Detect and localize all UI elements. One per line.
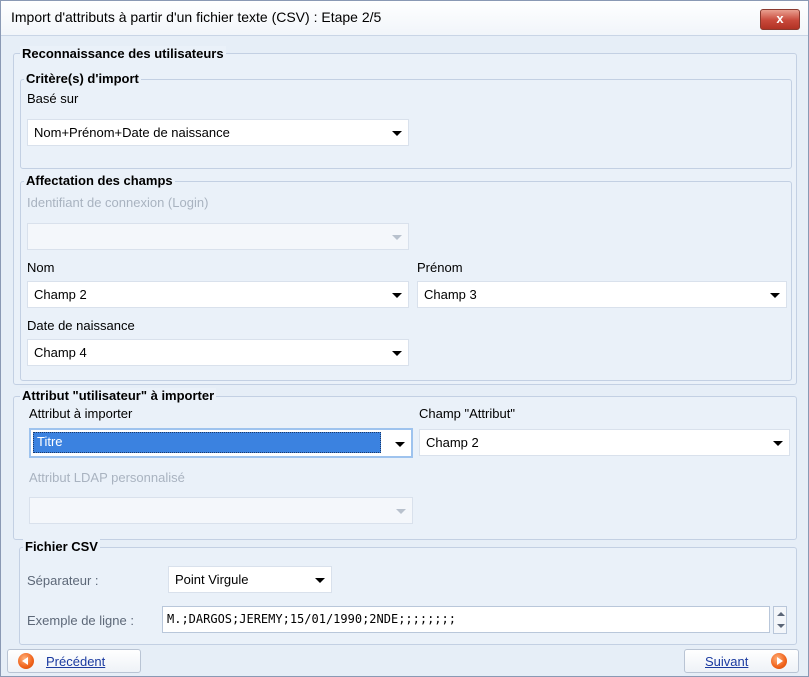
prenom-label: Prénom <box>417 260 463 275</box>
ldap-label: Attribut LDAP personnalisé <box>29 470 185 485</box>
login-dropdown[interactable] <box>27 223 409 250</box>
chevron-down-icon <box>392 131 402 136</box>
exemple-ligne-field[interactable]: M.;DARGOS;JEREMY;15/01/1990;2NDE;;;;;;;; <box>162 606 770 633</box>
chevron-down-icon <box>770 293 780 298</box>
nom-dropdown[interactable]: Champ 2 <box>27 281 409 308</box>
arrow-left-circle-icon <box>18 653 34 669</box>
reconnaissance-group: Reconnaissance des utilisateurs Critère(… <box>13 46 797 385</box>
prenom-value: Champ 3 <box>424 287 477 302</box>
chevron-down-icon <box>395 442 405 447</box>
exemple-label: Exemple de ligne : <box>27 613 134 628</box>
chevron-down-icon <box>392 351 402 356</box>
csv-legend: Fichier CSV <box>23 539 100 555</box>
next-button[interactable]: Suivant <box>684 649 799 673</box>
chevron-down-icon <box>392 293 402 298</box>
affectation-legend: Affectation des champs <box>24 173 175 189</box>
exemple-ligne-spinner[interactable] <box>773 606 787 634</box>
reconnaissance-legend: Reconnaissance des utilisateurs <box>20 46 226 62</box>
separateur-dropdown[interactable]: Point Virgule <box>168 566 332 593</box>
base-sur-label: Basé sur <box>27 91 79 106</box>
login-label: Identifiant de connexion (Login) <box>27 195 209 210</box>
attribut-group: Attribut "utilisateur" à importer Attrib… <box>13 388 797 540</box>
attribut-legend: Attribut "utilisateur" à importer <box>20 388 217 404</box>
window-title: Import d'attributs à partir d'un fichier… <box>11 9 382 25</box>
affectation-group: Affectation des champs Identifiant de co… <box>20 173 792 381</box>
wizard-content: Reconnaissance des utilisateurs Critère(… <box>13 46 797 647</box>
previous-button[interactable]: Précédent <box>7 649 141 673</box>
chevron-down-icon <box>315 578 325 583</box>
separateur-value: Point Virgule <box>175 572 249 587</box>
csv-group: Fichier CSV Séparateur : Point Virgule E… <box>19 539 797 645</box>
arrow-right-circle-icon <box>771 653 787 669</box>
ldap-dropdown[interactable] <box>29 497 413 524</box>
chevron-down-icon <box>773 441 783 446</box>
champ-attribut-label: Champ "Attribut" <box>419 406 515 421</box>
nom-value: Champ 2 <box>34 287 87 302</box>
attribut-value: Titre <box>37 434 63 449</box>
arrow-down-icon[interactable] <box>777 624 785 628</box>
separateur-label: Séparateur : <box>27 573 99 588</box>
attribut-dropdown[interactable]: Titre <box>29 428 413 458</box>
selection-highlight <box>33 432 381 453</box>
chevron-down-icon <box>396 509 406 514</box>
attribut-label: Attribut à importer <box>29 406 133 421</box>
champ-attribut-value: Champ 2 <box>426 435 479 450</box>
base-sur-dropdown[interactable]: Nom+Prénom+Date de naissance <box>27 119 409 146</box>
close-icon: x <box>776 11 784 26</box>
prenom-dropdown[interactable]: Champ 3 <box>417 281 787 308</box>
criteres-group: Critère(s) d'import Basé sur Nom+Prénom+… <box>20 71 792 169</box>
title-bar: Import d'attributs à partir d'un fichier… <box>1 1 808 36</box>
import-wizard-window: Import d'attributs à partir d'un fichier… <box>0 0 809 677</box>
previous-label: Précédent <box>46 654 106 669</box>
champ-attribut-dropdown[interactable]: Champ 2 <box>419 429 790 456</box>
naissance-label: Date de naissance <box>27 318 135 333</box>
chevron-down-icon <box>392 235 402 240</box>
criteres-legend: Critère(s) d'import <box>24 71 141 87</box>
base-sur-value: Nom+Prénom+Date de naissance <box>34 125 230 140</box>
naissance-dropdown[interactable]: Champ 4 <box>27 339 409 366</box>
next-label: Suivant <box>705 654 749 669</box>
close-button[interactable]: x <box>760 9 800 30</box>
naissance-value: Champ 4 <box>34 345 87 360</box>
nom-label: Nom <box>27 260 55 275</box>
arrow-up-icon[interactable] <box>777 612 785 616</box>
